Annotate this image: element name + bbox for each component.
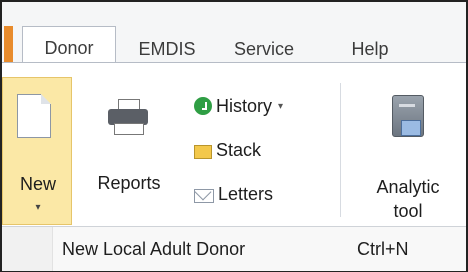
history-icon (194, 97, 212, 115)
document-icon (17, 94, 51, 138)
analytic-tool-button[interactable]: Analytic tool (350, 77, 466, 225)
chevron-down-icon: ▾ (35, 202, 41, 213)
menu-item-new-local-adult-donor[interactable]: New Local Adult Donor (62, 227, 245, 271)
tab-emdis[interactable]: EMDIS (126, 32, 208, 66)
letters-button-label: Letters (218, 184, 274, 204)
reports-button-label: Reports (97, 173, 161, 193)
stack-button-label: Stack (216, 140, 262, 160)
reports-button[interactable]: Reports (86, 77, 172, 223)
history-button-label: History (216, 96, 273, 116)
ribbon-separator (340, 83, 341, 217)
printer-icon (108, 99, 148, 135)
small-buttons-group: History ▾ Stack Letters (182, 77, 332, 225)
stack-icon (194, 145, 212, 159)
ribbon-panel: New ▾ Reports History ▾ Stack Letters Ana… (2, 62, 466, 227)
letters-button[interactable]: Letters (194, 179, 273, 209)
menu-item-shortcut: Ctrl+N (357, 239, 409, 259)
ribbon-tab-strip: Donor EMDIS Service Help (2, 2, 466, 70)
tab-help[interactable]: Help (338, 32, 402, 66)
menu-icon-column (2, 227, 53, 271)
envelope-icon (194, 189, 214, 203)
analytic-tool-label-line1: Analytic (376, 177, 440, 197)
server-icon (392, 95, 424, 137)
tab-donor[interactable]: Donor (22, 26, 116, 65)
chevron-down-icon: ▾ (278, 101, 284, 112)
history-button[interactable]: History ▾ (194, 91, 283, 121)
analytic-tool-label-line2: tool (393, 201, 423, 221)
new-button-label: New (19, 174, 56, 194)
new-dropdown-menu: New Local Adult Donor Ctrl+N (2, 226, 466, 271)
tab-service[interactable]: Service (216, 32, 312, 66)
new-button[interactable]: New ▾ (2, 77, 72, 225)
stack-button[interactable]: Stack (194, 135, 261, 165)
